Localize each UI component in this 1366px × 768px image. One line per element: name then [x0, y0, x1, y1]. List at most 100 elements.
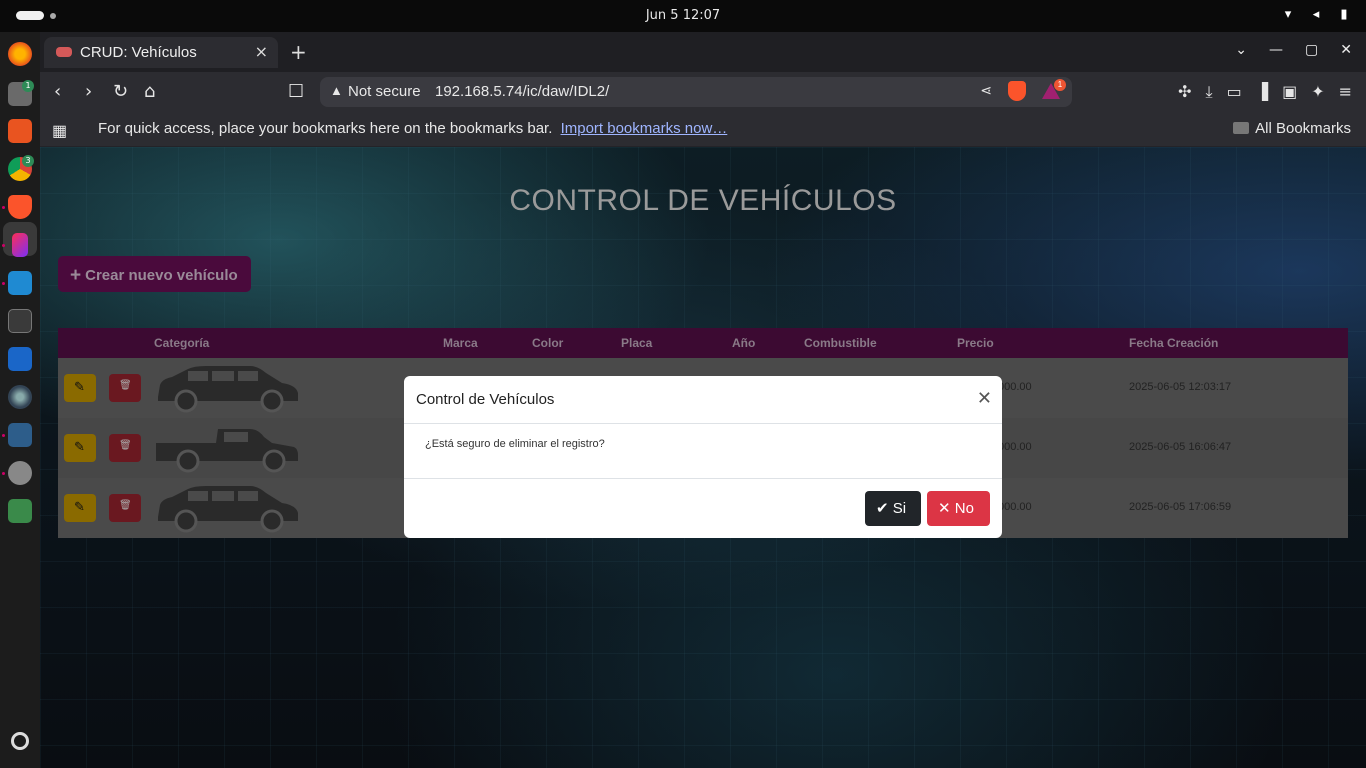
created-cell: 2025-06-05 12:03:17 — [1129, 381, 1232, 393]
running-indicator — [2, 472, 5, 475]
column-header[interactable]: Combustible — [804, 336, 877, 350]
price-cell: 000.00 — [998, 441, 1032, 453]
column-header[interactable]: Año — [732, 336, 755, 350]
page-content: CONTROL DE VEHÍCULOS + Crear nuevo vehícu… — [40, 147, 1366, 768]
download-icon[interactable]: ⤓ — [1206, 82, 1213, 102]
battery-icon[interactable]: ▮ — [1336, 7, 1352, 23]
reload-icon[interactable]: ↻ — [113, 81, 128, 102]
new-tab-button[interactable]: + — [290, 40, 307, 64]
vscode-icon[interactable] — [8, 271, 32, 295]
workbench-icon[interactable] — [8, 423, 32, 447]
app-center-icon[interactable] — [8, 119, 32, 143]
x-icon: ✕ — [938, 500, 951, 517]
close-window-button[interactable]: ✕ — [1340, 42, 1352, 58]
edit-button[interactable] — [64, 494, 96, 522]
confirm-delete-modal: Control de Vehículos ✕ ¿Está seguro de e… — [404, 376, 1002, 538]
rewards-badge: 1 — [1054, 79, 1066, 91]
menu-icon[interactable]: ≡ — [1339, 82, 1352, 102]
firefox-icon[interactable] — [8, 42, 32, 66]
toolbar-actions: ✣ ⤓ ▭ ▐ ▣ ✦ ≡ — [1178, 82, 1352, 102]
leo-ai-icon[interactable]: ✦ — [1311, 82, 1324, 102]
brave-shields-icon[interactable] — [1008, 81, 1026, 101]
column-header[interactable]: Color — [532, 336, 563, 350]
window-controls: ⌄ — ▢ ✕ — [1235, 42, 1352, 58]
address-bar[interactable]: ▲ Not secure 192.168.5.74/ic/daw/IDL2/ ⋖… — [320, 77, 1072, 107]
security-label[interactable]: Not secure — [348, 83, 421, 100]
yes-label: Si — [892, 500, 907, 517]
tab-close-icon[interactable]: × — [255, 42, 268, 61]
column-header[interactable]: Precio — [957, 336, 994, 350]
column-header[interactable]: Fecha Creación — [1129, 336, 1218, 350]
tab-strip: CRUD: Vehículos × + ⌄ — ▢ ✕ — [40, 32, 1366, 72]
pickup-truck-icon — [156, 429, 298, 473]
table-header: Categoría Marca Color Placa Año Combusti… — [58, 328, 1348, 358]
hatchback-car-icon — [158, 486, 298, 533]
delete-button[interactable] — [109, 374, 141, 402]
modal-message: ¿Está seguro de eliminar el registro? — [425, 438, 605, 450]
create-vehicle-button[interactable]: + Crear nuevo vehículo — [58, 256, 251, 292]
column-header[interactable]: Placa — [621, 336, 652, 350]
edit-button[interactable] — [64, 374, 96, 402]
tab-list-chevron-icon[interactable]: ⌄ — [1235, 42, 1247, 58]
created-cell: 2025-06-05 17:06:59 — [1129, 501, 1232, 513]
running-indicator — [2, 282, 5, 285]
delete-button[interactable] — [109, 494, 141, 522]
wifi-icon[interactable]: ▾ — [1280, 7, 1296, 23]
remote-desktop-icon[interactable] — [8, 347, 32, 371]
car-favicon-icon — [56, 47, 72, 57]
home-icon[interactable]: ⌂ — [144, 81, 155, 102]
plus-icon: + — [70, 265, 82, 286]
confirm-no-button[interactable]: ✕ No — [927, 491, 990, 526]
files-badge: 1 — [22, 80, 34, 92]
trash-icon[interactable] — [8, 499, 32, 523]
edit-button[interactable] — [64, 434, 96, 462]
import-bookmarks-link[interactable]: Import bookmarks now… — [561, 120, 728, 137]
forward-icon[interactable]: › — [85, 81, 92, 102]
terminal-icon[interactable] — [8, 309, 32, 333]
dock: 1 3 — [0, 32, 40, 768]
system-top-bar: Jun 5 12:07 ▾ ◂ ▮ — [0, 0, 1366, 32]
modal-header: Control de Vehículos ✕ — [404, 376, 1002, 424]
clock[interactable]: Jun 5 12:07 — [0, 8, 1366, 23]
wallet-icon[interactable]: ▣ — [1282, 82, 1297, 102]
slack-like-icon[interactable] — [12, 233, 28, 257]
settings-icon[interactable] — [8, 461, 32, 485]
column-header[interactable]: Marca — [443, 336, 478, 350]
delete-button[interactable] — [109, 434, 141, 462]
chrome-badge: 3 — [22, 155, 34, 167]
all-bookmarks-button[interactable]: All Bookmarks — [1233, 120, 1351, 137]
running-indicator — [2, 434, 5, 437]
tab-crud-vehiculos[interactable]: CRUD: Vehículos × — [44, 37, 278, 68]
brave-icon[interactable] — [8, 195, 32, 219]
disk-icon[interactable] — [8, 385, 32, 409]
bookmark-icon[interactable]: ☐ — [288, 81, 304, 102]
browser-toolbar: ‹ › ↻ ⌂ ☐ ▲ Not secure 192.168.5.74/ic/d… — [40, 72, 1366, 112]
back-icon[interactable]: ‹ — [54, 81, 61, 102]
cast-icon[interactable]: ▭ — [1227, 82, 1242, 102]
modal-footer: ✔ Si ✕ No — [404, 478, 1002, 538]
running-indicator — [2, 244, 5, 247]
check-icon: ✔ — [876, 500, 889, 517]
volume-icon[interactable]: ◂ — [1308, 7, 1324, 23]
bookmarks-hint: For quick access, place your bookmarks h… — [98, 120, 727, 137]
apps-grid-icon[interactable]: ▦ — [52, 121, 67, 141]
extensions-icon[interactable]: ✣ — [1178, 82, 1191, 102]
no-label: No — [954, 500, 974, 517]
show-apps-icon[interactable] — [11, 732, 29, 750]
sidebar-icon[interactable]: ▐ — [1256, 82, 1268, 102]
all-bookmarks-label: All Bookmarks — [1255, 120, 1351, 137]
modal-title: Control de Vehículos — [416, 391, 555, 408]
confirm-yes-button[interactable]: ✔ Si — [865, 491, 921, 526]
maximize-button[interactable]: ▢ — [1305, 42, 1318, 58]
price-cell: 000.00 — [998, 501, 1032, 513]
price-cell: 000.00 — [998, 381, 1032, 393]
create-vehicle-label: Crear nuevo vehículo — [85, 267, 238, 284]
system-tray[interactable]: ▾ ◂ ▮ — [1280, 7, 1352, 23]
hatchback-car-icon — [158, 366, 298, 413]
warning-icon[interactable]: ▲ — [330, 83, 343, 98]
share-icon[interactable]: ⋖ — [980, 82, 992, 99]
column-header[interactable]: Categoría — [154, 336, 209, 350]
minimize-button[interactable]: — — [1269, 42, 1283, 58]
url-text[interactable]: 192.168.5.74/ic/daw/IDL2/ — [435, 83, 609, 100]
modal-close-icon[interactable]: ✕ — [977, 388, 992, 409]
